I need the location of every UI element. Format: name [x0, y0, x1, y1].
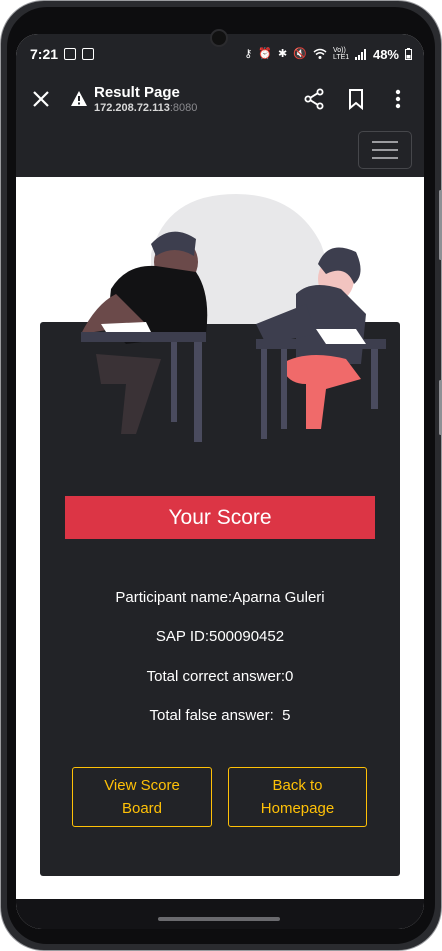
total-false: Total false answer: 5: [149, 707, 291, 724]
menu-bar-line: [372, 149, 398, 151]
mute-icon: 🔇: [293, 48, 307, 60]
battery-level: 48%: [372, 46, 399, 62]
signal-icon: [354, 48, 366, 60]
warning-icon[interactable]: [70, 90, 88, 108]
app-notification-icon: [82, 48, 95, 60]
battery-icon: [405, 48, 412, 60]
score-heading: Your Score: [65, 496, 375, 539]
page-url: 172.208.72.113:8080: [94, 101, 290, 115]
home-indicator[interactable]: [158, 917, 280, 921]
participant-name: Participant name:Aparna Guleri: [115, 589, 325, 606]
exam-illustration: [81, 194, 386, 442]
wifi-icon: [313, 48, 327, 59]
more-vertical-icon: [395, 89, 401, 109]
volte-indicator: Vo)) LTE1: [332, 47, 350, 61]
sap-id: SAP ID:500090452: [155, 628, 285, 645]
total-correct: Total correct answer:0: [146, 668, 294, 685]
menu-bar-line: [372, 157, 398, 159]
bookmark-icon: [349, 89, 363, 110]
menu-bar-line: [372, 141, 398, 143]
url-port: :8080: [169, 101, 198, 114]
navigation-bar: [16, 899, 424, 929]
site-navbar: [16, 124, 424, 177]
browser-chrome: 7:21 ⚷ ⏰ ✱ 🔇 Vo)) LTE1 48% Result Page 1…: [16, 34, 424, 124]
gallery-notification-icon: [64, 48, 77, 60]
student-left-figure: [81, 231, 208, 442]
close-icon[interactable]: [30, 88, 52, 110]
view-score-board-button[interactable]: View Score Board: [72, 767, 212, 827]
phone-screen: 7:21 ⚷ ⏰ ✱ 🔇 Vo)) LTE1 48% Result Page 1…: [16, 34, 424, 929]
share-icon: [304, 88, 324, 110]
status-time: 7:21: [30, 46, 59, 62]
url-host: 172.208.72.113: [94, 101, 170, 114]
menu-toggle-button[interactable]: [358, 131, 412, 169]
more-options-button[interactable]: [380, 81, 416, 117]
alarm-icon: ⏰: [258, 48, 273, 60]
page-title: Result Page: [94, 83, 180, 101]
front-camera: [210, 29, 228, 47]
share-button[interactable]: [296, 81, 332, 117]
back-to-homepage-button[interactable]: Back to Homepage: [228, 767, 367, 827]
key-icon: ⚷: [244, 48, 253, 60]
bluetooth-icon: ✱: [278, 48, 288, 60]
address-bar[interactable]: Result Page 172.208.72.113:8080: [94, 84, 290, 115]
bookmark-button[interactable]: [338, 81, 374, 117]
browser-toolbar: Result Page 172.208.72.113:8080: [16, 74, 424, 124]
